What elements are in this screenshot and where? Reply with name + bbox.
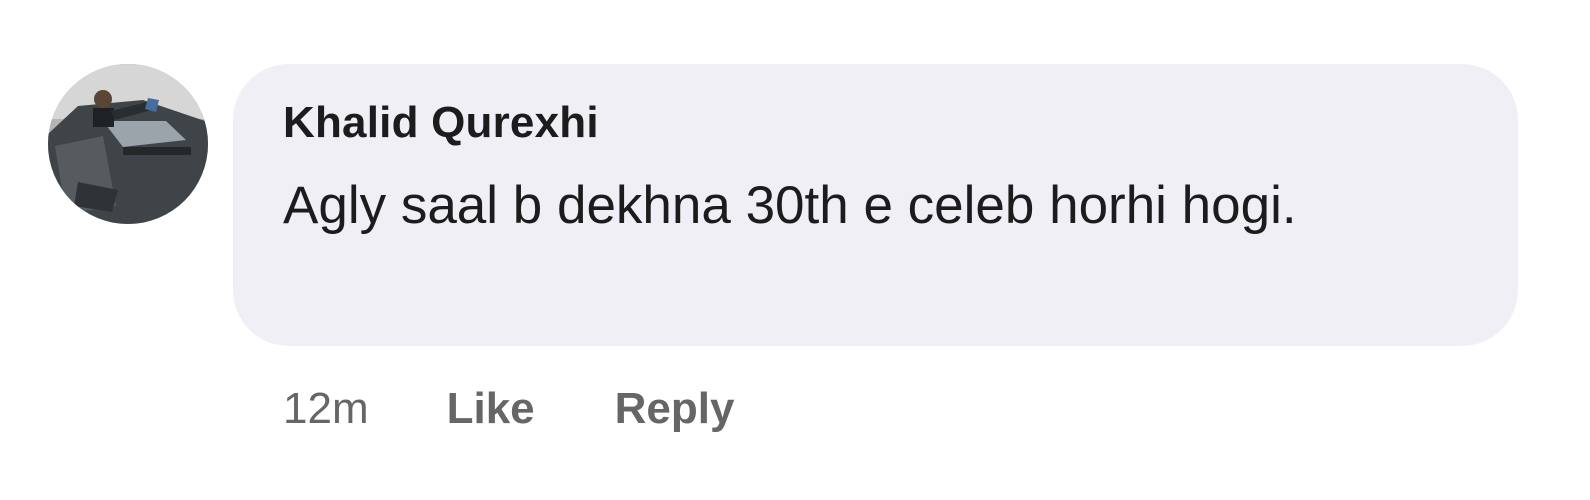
comment-author[interactable]: Khalid Qurexhi	[283, 98, 599, 148]
avatar-photo	[48, 64, 208, 224]
like-button[interactable]: Like	[447, 384, 535, 434]
reply-button[interactable]: Reply	[615, 384, 735, 434]
comment-timestamp[interactable]: 12m	[283, 384, 369, 434]
comment-text: Agly saal b dekhna 30th e celeb horhi ho…	[283, 176, 1297, 235]
comment-actions: 12m Like Reply	[283, 381, 734, 437]
comment-bubble: Khalid Qurexhi Agly saal b dekhna 30th e…	[233, 64, 1518, 346]
avatar[interactable]	[48, 64, 208, 224]
